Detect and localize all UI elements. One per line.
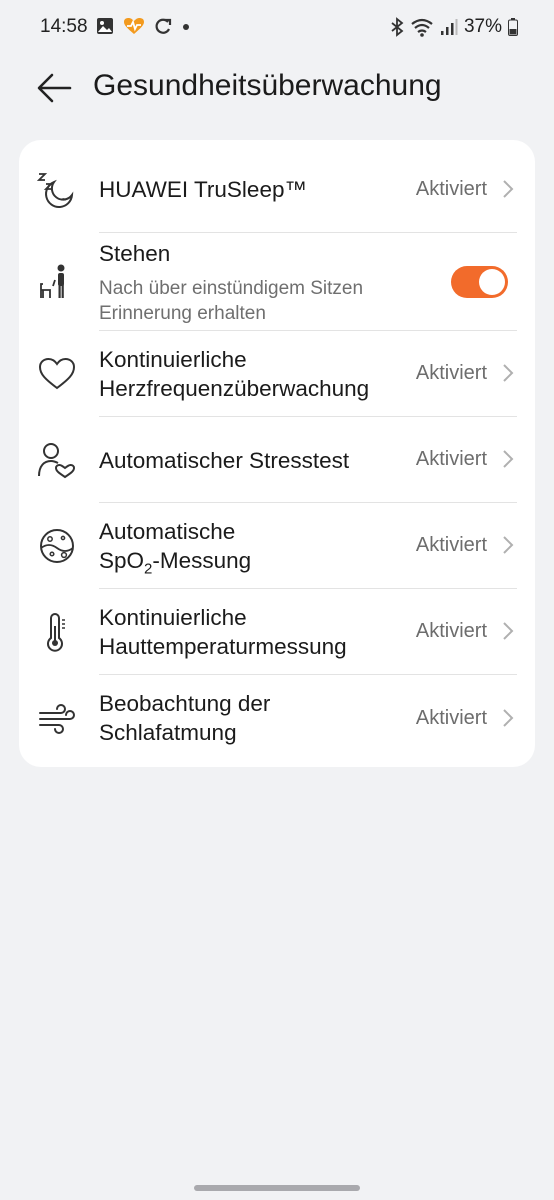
home-indicator[interactable] (194, 1185, 360, 1191)
setting-row-skin-temperature[interactable]: Kontinuierliche Hauttemperaturmessung Ak… (19, 589, 535, 674)
chevron-right-icon (503, 622, 514, 640)
status-text: Aktiviert (415, 362, 487, 384)
heart-icon (38, 357, 76, 390)
setting-description-line1: Nach über einstündigem Sitzen (99, 278, 364, 299)
status-bar: 14:58 37% (0, 0, 554, 56)
setting-label: Stehen (99, 241, 171, 266)
page-title: Gesundheitsüberwachung (93, 69, 442, 102)
wifi-icon (411, 18, 433, 37)
setting-description-line2: Erinnerung erhalten (99, 303, 266, 324)
setting-label: Automatischer Stresstest (99, 448, 350, 473)
settings-card: HUAWEI TruSleep™ Aktiviert Stehen Nach ü… (19, 140, 535, 767)
gallery-icon (97, 18, 113, 34)
setting-label-line1: Kontinuierliche (99, 605, 247, 630)
chevron-right-icon (503, 536, 514, 554)
setting-row-stehen: Stehen Nach über einstündigem Sitzen Eri… (19, 233, 535, 330)
setting-label-line2: Schlafatmung (99, 720, 237, 745)
setting-row-heart-rate[interactable]: Kontinuierliche Herzfrequenzüberwachung … (19, 331, 535, 416)
stehen-toggle[interactable] (451, 266, 508, 298)
setting-row-stress[interactable]: Automatischer Stresstest Aktiviert (19, 417, 535, 502)
status-text: Aktiviert (415, 534, 487, 556)
status-time: 14:58 (40, 16, 88, 37)
setting-label-line1: Beobachtung der (99, 691, 271, 716)
standing-icon (40, 264, 65, 298)
chevron-right-icon (503, 180, 514, 198)
sleep-icon (37, 173, 74, 208)
status-text: Aktiviert (415, 620, 487, 642)
setting-row-spo2[interactable]: Automatische SpO2-Messung Aktiviert (19, 503, 535, 588)
toggle-knob (479, 269, 505, 295)
setting-row-sleep-breathing[interactable]: Beobachtung der Schlafatmung Aktiviert (19, 675, 535, 767)
battery-icon (508, 18, 518, 36)
setting-label-line2: Herzfrequenzüberwachung (99, 376, 370, 401)
health-app-icon (124, 18, 144, 34)
status-text: Aktiviert (415, 707, 487, 729)
sync-icon (155, 18, 172, 34)
setting-label-line2: Hauttemperaturmessung (99, 634, 347, 659)
stress-icon (38, 443, 76, 479)
signal-icon (440, 19, 458, 35)
messung-text: -Messung (152, 548, 252, 573)
setting-label-line1: Automatische (99, 519, 236, 544)
status-text: Aktiviert (415, 448, 487, 470)
back-arrow-icon[interactable] (34, 68, 74, 108)
setting-label: HUAWEI TruSleep™ (99, 177, 307, 202)
app-header: Gesundheitsüberwachung (0, 60, 554, 116)
chevron-right-icon (503, 709, 514, 727)
setting-label-line1: Kontinuierliche (99, 347, 247, 372)
bluetooth-icon (391, 17, 404, 37)
spo2-text: SpO (99, 548, 145, 573)
spo2-icon (40, 529, 74, 563)
setting-label-line2: SpO2-Messung (99, 546, 251, 584)
setting-row-trusleep[interactable]: HUAWEI TruSleep™ Aktiviert (19, 140, 535, 232)
status-text: Aktiviert (415, 178, 487, 200)
battery-percent: 37% (463, 16, 502, 37)
thermometer-icon (47, 613, 65, 652)
breathing-icon (39, 704, 75, 734)
chevron-right-icon (503, 364, 514, 382)
chevron-right-icon (503, 450, 514, 468)
dot-icon (183, 24, 189, 30)
